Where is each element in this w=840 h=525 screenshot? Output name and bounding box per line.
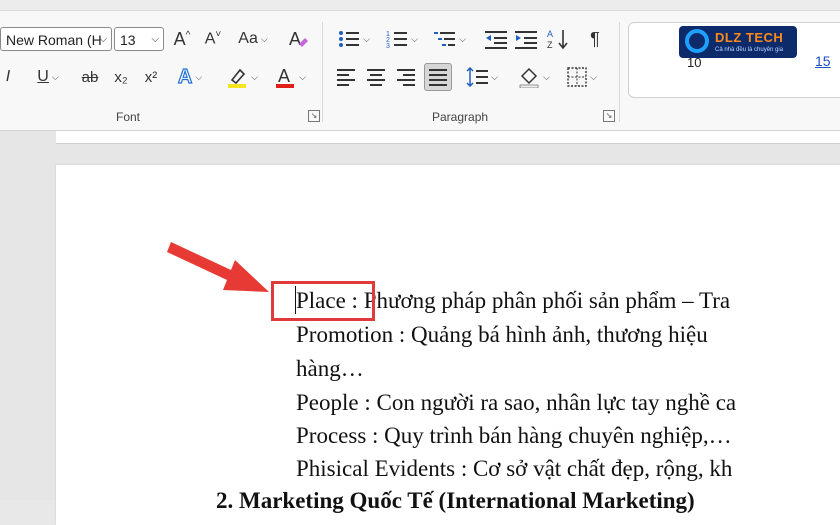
numbered-list-icon: 1 2 3 xyxy=(386,31,408,49)
style-preview-number[interactable]: 10 xyxy=(687,55,701,70)
annotation-arrow-icon xyxy=(167,242,269,292)
doc-line-promotion[interactable]: Promotion : Quảng bá hình ảnh, thương hi… xyxy=(296,322,708,348)
underline-button[interactable]: U ⌵ xyxy=(30,64,66,90)
grow-font-icon: A^ xyxy=(173,28,191,49)
shrink-font-button[interactable]: A˅ xyxy=(201,26,225,52)
group-separator xyxy=(322,22,323,122)
paragraph-dialog-launcher-icon[interactable]: ↘ xyxy=(603,110,615,122)
font-color-icon: A xyxy=(276,66,295,88)
dlz-tech-logo: DLZ TECH Cả nhà đều là chuyên gia xyxy=(679,26,797,58)
ribbon-top-strip xyxy=(0,0,840,11)
chevron-down-icon: ⌵ xyxy=(251,71,258,82)
paint-bucket-icon xyxy=(519,67,539,88)
chevron-down-icon: ⌵ xyxy=(363,33,370,44)
font-size-combo[interactable]: 13 ⌵ xyxy=(114,27,164,51)
decrease-indent-button[interactable] xyxy=(484,26,508,52)
doc-line-promotion-cont[interactable]: hàng… xyxy=(296,356,364,382)
multilevel-list-icon xyxy=(434,32,456,46)
change-case-button[interactable]: Aa ⌵ xyxy=(233,26,273,52)
font-dialog-launcher-icon[interactable]: ↘ xyxy=(308,110,320,122)
strikethrough-button[interactable]: ab xyxy=(78,64,102,90)
chevron-down-icon: ⌵ xyxy=(543,71,550,82)
borders-button[interactable]: ⌵ xyxy=(562,64,602,90)
justify-button[interactable] xyxy=(424,63,452,91)
previous-page-bottom xyxy=(56,131,840,144)
grow-font-button[interactable]: A^ xyxy=(170,26,194,52)
subscript-label: x₂ xyxy=(114,68,128,86)
sort-icon: A Z xyxy=(547,29,568,50)
doc-line-people[interactable]: People : Con người ra sao, nhân lực tay … xyxy=(296,390,736,416)
svg-text:Z: Z xyxy=(547,40,553,50)
bullets-button[interactable]: ⌵ xyxy=(334,26,374,52)
increase-indent-button[interactable] xyxy=(514,26,538,52)
chevron-down-icon: ⌵ xyxy=(299,71,306,82)
line-spacing-icon xyxy=(466,67,489,87)
borders-icon xyxy=(567,67,587,87)
svg-text:A: A xyxy=(289,29,301,49)
italic-label: I xyxy=(5,68,11,85)
styles-gallery[interactable]: DLZ TECH Cả nhà đều là chuyên gia 10 15 xyxy=(628,22,840,98)
superscript-label: x² xyxy=(144,68,158,86)
align-right-icon xyxy=(397,68,415,86)
svg-text:A: A xyxy=(278,66,290,86)
chevron-down-icon: ⌵ xyxy=(51,71,59,82)
logo-brand: DLZ TECH xyxy=(715,30,784,45)
multilevel-list-button[interactable]: ⌵ xyxy=(430,26,470,52)
font-size-value: 13 xyxy=(120,32,136,48)
font-name-value: New Roman (H xyxy=(6,32,102,48)
change-case-label: Aa xyxy=(238,30,258,47)
doc-heading[interactable]: 2. Marketing Quốc Tế (International Mark… xyxy=(216,488,695,514)
chevron-down-icon: ⌵ xyxy=(260,33,268,44)
align-left-button[interactable] xyxy=(334,64,358,90)
text-effects-button[interactable]: A ⌵ xyxy=(170,64,210,90)
chevron-down-icon: ⌵ xyxy=(491,71,498,82)
clear-formatting-button[interactable]: A xyxy=(286,26,310,52)
underline-label: U xyxy=(37,68,49,85)
logo-tagline: Cả nhà đều là chuyên gia xyxy=(715,47,784,53)
ribbon: New Roman (H ⌵ 13 ⌵ A^ A˅ Aa ⌵ A I U ⌵ ab … xyxy=(0,0,840,131)
chevron-down-icon[interactable]: ⌵ xyxy=(151,28,159,50)
highlighter-icon xyxy=(228,68,247,88)
sort-button[interactable]: A Z xyxy=(546,26,572,52)
style-preview-link[interactable]: 15 xyxy=(815,53,831,69)
increase-indent-icon xyxy=(515,31,537,49)
subscript-button[interactable]: x₂ xyxy=(110,64,132,90)
clear-formatting-icon: A xyxy=(289,29,308,49)
svg-text:3: 3 xyxy=(386,43,390,49)
font-color-button[interactable]: A ⌵ xyxy=(270,64,310,90)
text-effects-icon: A xyxy=(177,65,193,88)
show-hide-marks-button[interactable]: ¶ xyxy=(584,26,606,52)
bullet-list-icon xyxy=(339,31,360,47)
font-name-combo[interactable]: New Roman (H ⌵ xyxy=(0,27,112,51)
align-left-icon xyxy=(337,68,355,86)
group-separator xyxy=(619,22,620,122)
chevron-down-icon: ⌵ xyxy=(195,71,203,82)
svg-text:A: A xyxy=(547,29,553,39)
line-spacing-button[interactable]: ⌵ xyxy=(462,64,502,90)
align-center-icon xyxy=(367,68,385,86)
superscript-button[interactable]: x² xyxy=(140,64,162,90)
numbering-button[interactable]: 1 2 3 ⌵ xyxy=(382,26,422,52)
paragraph-group-label: Paragraph xyxy=(432,110,489,124)
doc-line-process[interactable]: Process : Quy trình bán hàng chuyên nghi… xyxy=(296,423,732,449)
chevron-down-icon[interactable]: ⌵ xyxy=(99,28,107,50)
italic-button[interactable]: I xyxy=(0,64,16,90)
strikethrough-label: ab xyxy=(81,68,99,86)
logo-mark-icon xyxy=(685,29,709,53)
annotation-highlight-box xyxy=(271,281,375,321)
justify-icon xyxy=(429,68,447,86)
shrink-font-icon: A˅ xyxy=(204,29,222,48)
pilcrow-icon: ¶ xyxy=(590,28,600,49)
doc-line-physical-evidence[interactable]: Phisical Evidents : Cơ sở vật chất đẹp, … xyxy=(296,456,732,482)
align-right-button[interactable] xyxy=(394,64,418,90)
chevron-down-icon: ⌵ xyxy=(459,33,466,44)
decrease-indent-icon xyxy=(485,31,507,49)
highlight-color-button[interactable]: ⌵ xyxy=(222,64,262,90)
chevron-down-icon: ⌵ xyxy=(590,71,597,82)
align-center-button[interactable] xyxy=(364,64,388,90)
font-group-label: Font xyxy=(116,110,141,124)
shading-button[interactable]: ⌵ xyxy=(514,64,554,90)
chevron-down-icon: ⌵ xyxy=(411,33,418,44)
